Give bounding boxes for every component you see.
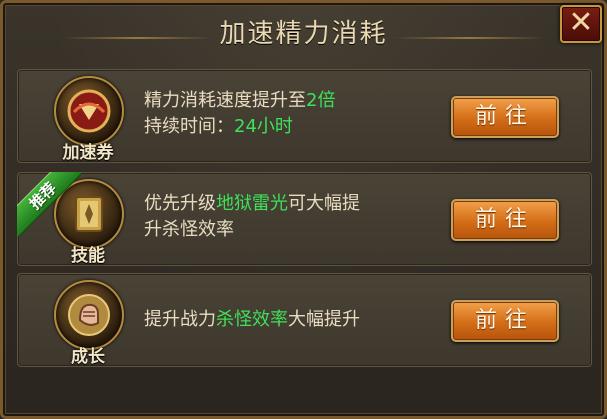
text-plain: 精力消耗速度提升至 [144, 90, 306, 111]
boost-option-growth: 成长 提升战力杀怪效率大幅提升 前往 [17, 273, 592, 367]
title-bar: 加速精力消耗 [3, 3, 604, 59]
recommend-badge: 推荐 [17, 172, 81, 236]
text-plain: 提升战力 [144, 309, 216, 330]
speed-ticket-icon [54, 76, 124, 146]
speed-ticket-label: 加速券 [62, 143, 114, 163]
close-button[interactable]: ✕ [560, 5, 602, 43]
recommend-badge-label: 推荐 [17, 172, 81, 236]
boost-option-skill: 推荐 技能 优先升级地狱雷光可大幅提 升杀怪效率 前往 [17, 172, 592, 266]
go-button-growth[interactable]: 前往 [451, 300, 559, 342]
growth-label: 成长 [71, 347, 105, 367]
description-line-1: 精力消耗速度提升至2倍 [144, 88, 335, 114]
fist-icon [54, 280, 124, 350]
text-highlight: 杀怪效率 [216, 309, 288, 330]
skill-description: 优先升级地狱雷光可大幅提 升杀怪效率 [144, 191, 360, 243]
dialog-title: 加速精力消耗 [219, 19, 388, 49]
dialog-panel: 加速精力消耗 ✕ 加速券 精力消耗速度提升至2倍 持续时间：24小时 前往 推荐… [0, 0, 607, 419]
speed-ticket-description: 精力消耗速度提升至2倍 持续时间：24小时 [144, 88, 335, 140]
text-plain: 大幅提升 [288, 309, 360, 330]
skill-label: 技能 [71, 246, 105, 266]
growth-description: 提升战力杀怪效率大幅提升 [144, 307, 360, 333]
description-line-2: 持续时间：24小时 [144, 114, 335, 140]
go-button-speed-ticket[interactable]: 前往 [451, 96, 559, 138]
text-plain: 持续时间： [144, 116, 234, 137]
go-button-skill[interactable]: 前往 [451, 199, 559, 241]
description-line-2: 升杀怪效率 [144, 217, 360, 243]
text-highlight: 24小时 [234, 116, 293, 137]
title-ornament-right [394, 37, 544, 39]
text-highlight: 2倍 [306, 90, 336, 111]
text-highlight: 地狱雷光 [216, 193, 288, 214]
description-line-1: 提升战力杀怪效率大幅提升 [144, 307, 360, 333]
description-line-1: 优先升级地狱雷光可大幅提 [144, 191, 360, 217]
boost-option-speed-ticket: 加速券 精力消耗速度提升至2倍 持续时间：24小时 前往 [17, 69, 592, 163]
text-plain: 升杀怪效率 [144, 219, 234, 240]
text-plain: 优先升级 [144, 193, 216, 214]
text-plain: 可大幅提 [288, 193, 360, 214]
